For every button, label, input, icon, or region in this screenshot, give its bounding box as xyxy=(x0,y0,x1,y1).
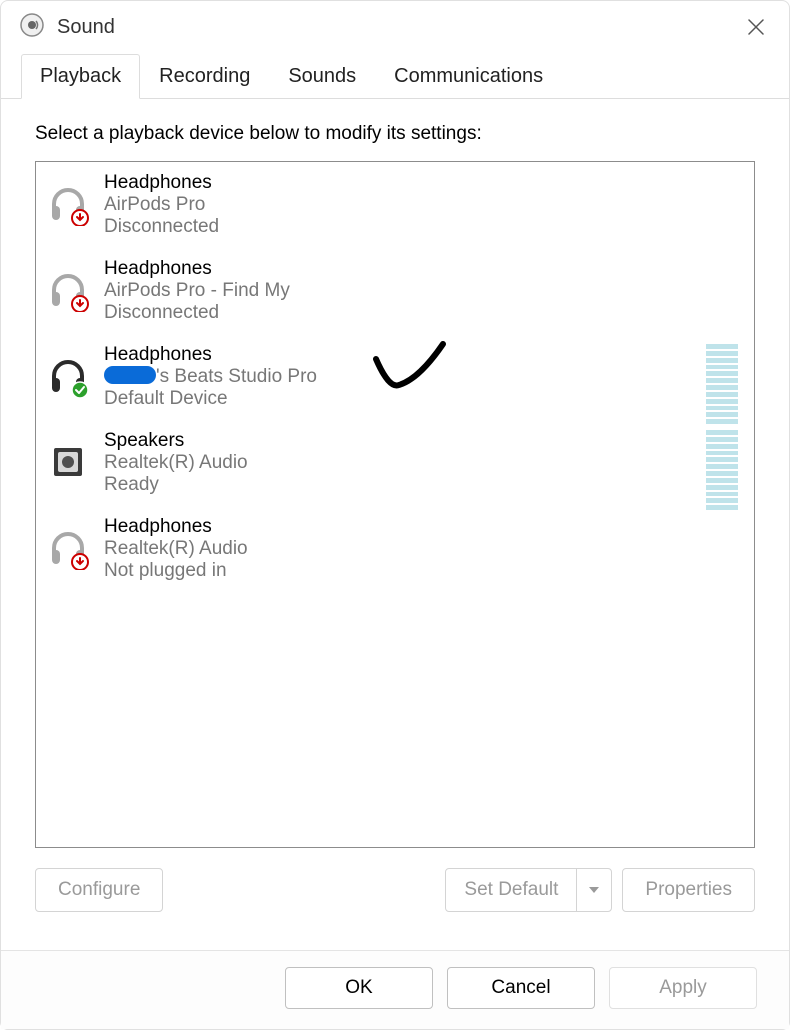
device-item[interactable]: Headphones AirPods Pro Disconnected xyxy=(36,162,754,248)
tab-label: Sounds xyxy=(288,65,356,87)
device-subtitle: 's Beats Studio Pro xyxy=(104,366,317,388)
device-subtitle: Realtek(R) Audio xyxy=(104,452,248,474)
device-item[interactable]: Speakers Realtek(R) Audio Ready xyxy=(36,420,754,506)
tab-label: Playback xyxy=(40,65,121,87)
device-item[interactable]: Headphones Realtek(R) Audio Not plugged … xyxy=(36,506,754,592)
device-name: Speakers xyxy=(104,430,248,452)
tab-sounds[interactable]: Sounds xyxy=(269,54,375,99)
headphones-disconnected-icon xyxy=(44,176,92,232)
device-subtitle: AirPods Pro - Find My xyxy=(104,280,290,302)
action-row: Configure Set Default Properties xyxy=(35,848,755,940)
properties-button[interactable]: Properties xyxy=(622,868,755,912)
device-status: Ready xyxy=(104,474,248,496)
tab-playback[interactable]: Playback xyxy=(21,54,140,99)
headphones-disconnected-icon xyxy=(44,520,92,576)
device-list[interactable]: Headphones AirPods Pro Disconnected xyxy=(35,161,755,848)
tab-recording[interactable]: Recording xyxy=(140,54,269,99)
device-name: Headphones xyxy=(104,344,317,366)
device-status: Not plugged in xyxy=(104,560,248,582)
device-name: Headphones xyxy=(104,516,248,538)
device-status: Default Device xyxy=(104,388,317,410)
dialog-button-row: OK Cancel Apply xyxy=(1,950,789,1029)
hand-drawn-checkmark-icon xyxy=(371,339,451,399)
set-default-dropdown[interactable] xyxy=(577,869,611,911)
tab-content-playback: Select a playback device below to modify… xyxy=(1,99,789,950)
apply-button[interactable]: Apply xyxy=(609,967,757,1009)
device-item[interactable]: Headphones AirPods Pro - Find My Disconn… xyxy=(36,248,754,334)
configure-button[interactable]: Configure xyxy=(35,868,163,912)
cancel-button[interactable]: Cancel xyxy=(447,967,595,1009)
set-default-button[interactable]: Set Default xyxy=(446,869,577,911)
tab-label: Communications xyxy=(394,65,543,87)
title-bar: Sound xyxy=(1,1,789,53)
device-subtitle: AirPods Pro xyxy=(104,194,219,216)
device-status: Disconnected xyxy=(104,302,290,324)
volume-level-meter xyxy=(706,344,738,424)
sound-app-icon xyxy=(19,12,45,42)
device-status: Disconnected xyxy=(104,216,219,238)
sound-dialog: Sound Playback Recording Sounds Communic… xyxy=(0,0,790,1030)
tab-strip: Playback Recording Sounds Communications xyxy=(1,53,789,99)
close-icon xyxy=(746,17,766,37)
speakers-icon xyxy=(44,434,92,490)
device-item[interactable]: Headphones 's Beats Studio Pro Default D… xyxy=(36,334,754,420)
window-title: Sound xyxy=(57,16,115,39)
close-button[interactable] xyxy=(741,12,771,42)
device-name: Headphones xyxy=(104,172,219,194)
chevron-down-icon xyxy=(587,883,601,897)
headphones-disconnected-icon xyxy=(44,262,92,318)
tab-communications[interactable]: Communications xyxy=(375,54,562,99)
ok-button[interactable]: OK xyxy=(285,967,433,1009)
headphones-default-icon xyxy=(44,348,92,404)
device-name: Headphones xyxy=(104,258,290,280)
volume-level-meter xyxy=(706,430,738,510)
device-subtitle: Realtek(R) Audio xyxy=(104,538,248,560)
set-default-split-button[interactable]: Set Default xyxy=(445,868,612,912)
instruction-text: Select a playback device below to modify… xyxy=(35,123,755,145)
tab-label: Recording xyxy=(159,65,250,87)
redacted-owner-name xyxy=(104,366,156,384)
